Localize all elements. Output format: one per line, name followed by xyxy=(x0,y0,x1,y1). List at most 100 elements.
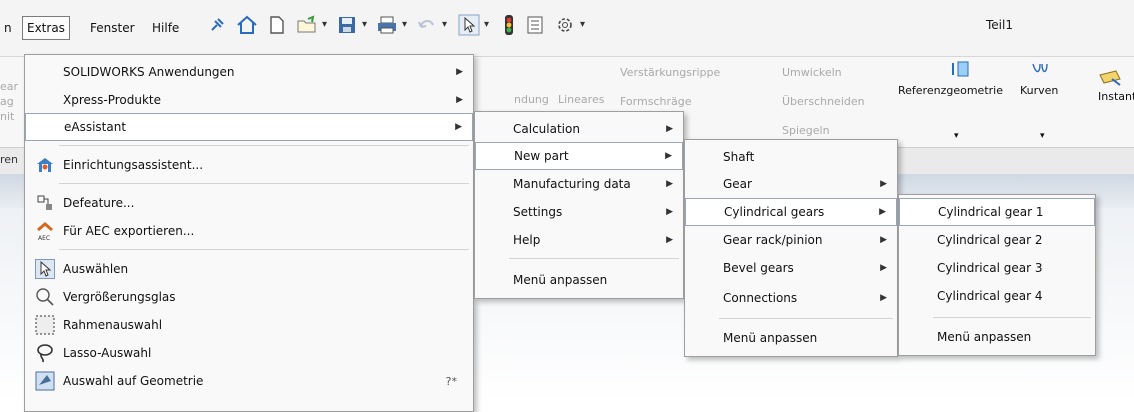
ribbon-cut-label-2: ag xyxy=(0,95,14,108)
curves-icon[interactable] xyxy=(1030,60,1050,81)
submenu-arrow-icon: ▶ xyxy=(665,151,672,161)
submenu-arrow-icon: ▶ xyxy=(666,179,673,189)
extras-menu: SOLIDWORKS Anwendungen ▶ Xpress-Produkte… xyxy=(24,54,474,412)
menu-item-bevel-gears[interactable]: Bevel gears ▶ xyxy=(685,254,897,282)
referenzgeometrie-dropdown-icon[interactable]: ▾ xyxy=(954,131,959,141)
menu-item-aec-export[interactable]: AEC Für AEC exportieren... xyxy=(25,217,473,245)
ribbon-item-umwickeln[interactable]: Umwickeln xyxy=(782,66,842,79)
submenu-arrow-icon: ▶ xyxy=(666,207,673,217)
menu-item-auswahl-auf-geometrie[interactable]: Auswahl auf Geometrie ?* xyxy=(25,367,473,395)
menu-separator xyxy=(719,318,893,319)
eassistant-submenu: Calculation ▶ New part ▶ Manufacturing d… xyxy=(474,111,684,299)
submenu-arrow-icon: ▶ xyxy=(455,122,462,132)
save-dropdown-icon[interactable]: ▾ xyxy=(362,19,367,30)
ribbon-item-lineares[interactable]: Lineares xyxy=(558,93,604,106)
box-select-icon xyxy=(35,315,55,335)
ribbon-group-referenzgeometrie[interactable]: Referenzgeometrie xyxy=(898,84,1003,97)
menu-item-manufacturing-data[interactable]: Manufacturing data ▶ xyxy=(475,170,683,198)
menu-separator xyxy=(59,145,469,146)
submenu-arrow-icon: ▶ xyxy=(879,207,886,217)
ribbon-cut-label-3: nit xyxy=(0,110,15,123)
menu-item-calculation[interactable]: Calculation ▶ xyxy=(475,115,683,143)
reference-geometry-icon[interactable] xyxy=(950,60,972,81)
menu-item-lasso-auswahl[interactable]: Lasso-Auswahl xyxy=(25,339,473,367)
ribbon-item-verstaerkungsrippe[interactable]: Verstärkungsrippe xyxy=(620,66,720,79)
select-dropdown-icon[interactable]: ▾ xyxy=(484,19,489,30)
menu-item-connections[interactable]: Connections ▶ xyxy=(685,284,897,312)
menu-item-auswaehlen[interactable]: Auswählen xyxy=(25,255,473,283)
menu-item-cylindrical-gear-3[interactable]: Cylindrical gear 3 xyxy=(899,254,1095,282)
ribbon-item-formschraege[interactable]: Formschräge xyxy=(620,95,691,108)
submenu-arrow-icon: ▶ xyxy=(880,293,887,303)
tab-cut-label[interactable]: ren xyxy=(0,153,18,166)
wizard-icon xyxy=(35,155,55,175)
ribbon-group-kurven[interactable]: Kurven xyxy=(1020,84,1058,97)
new-part-submenu: Shaft Gear ▶ Cylindrical gears ▶ Gear ra… xyxy=(684,139,898,357)
undo-dropdown-icon[interactable]: ▾ xyxy=(442,19,447,30)
menu-item-cylindrical-gear-4[interactable]: Cylindrical gear 4 xyxy=(899,282,1095,310)
menu-item-cylindrical-gear-2[interactable]: Cylindrical gear 2 xyxy=(899,226,1095,254)
ribbon-cut-label-1: ear xyxy=(0,80,19,93)
print-dropdown-icon[interactable]: ▾ xyxy=(402,19,407,30)
save-icon[interactable] xyxy=(334,12,360,38)
options-dropdown-icon[interactable]: ▾ xyxy=(580,19,585,30)
menu-item-help[interactable]: Help ▶ xyxy=(475,226,683,254)
menubar-item-fenster[interactable]: Fenster xyxy=(90,17,135,39)
title-bar: n Extras Fenster Hilfe ▾ ▾ ▾ ▾ ▾ ▾ Teil1 xyxy=(0,0,1134,57)
menu-item-menue-anpassen[interactable]: Menü anpassen xyxy=(899,323,1095,351)
menu-item-xpress-produkte[interactable]: Xpress-Produkte ▶ xyxy=(25,86,473,114)
open-folder-icon[interactable] xyxy=(294,12,320,38)
menubar-item-extras[interactable]: Extras xyxy=(22,16,70,40)
submenu-arrow-icon: ▶ xyxy=(456,67,463,77)
menu-separator xyxy=(59,183,469,184)
document-title: Teil1 xyxy=(986,18,1013,32)
undo-icon[interactable] xyxy=(414,12,440,38)
menu-separator xyxy=(59,249,469,250)
menu-item-eassistant[interactable]: eAssistant ▶ xyxy=(25,113,473,141)
menu-item-cylindrical-gear-1[interactable]: Cylindrical gear 1 xyxy=(899,198,1095,226)
home-icon[interactable] xyxy=(234,12,260,38)
defeature-icon xyxy=(35,193,55,213)
submenu-arrow-icon: ▶ xyxy=(880,263,887,273)
ribbon-item-spiegeln[interactable]: Spiegeln xyxy=(782,124,830,137)
magnifier-icon xyxy=(35,287,55,307)
help-question-icon[interactable]: ?* xyxy=(446,375,457,388)
file-properties-icon[interactable] xyxy=(522,12,548,38)
menu-separator xyxy=(933,317,1091,318)
submenu-arrow-icon: ▶ xyxy=(666,235,673,245)
menu-item-defeature[interactable]: Defeature... xyxy=(25,189,473,217)
menu-item-new-part[interactable]: New part ▶ xyxy=(475,142,683,170)
open-dropdown-icon[interactable]: ▾ xyxy=(322,19,327,30)
menu-item-menue-anpassen[interactable]: Menü anpassen xyxy=(475,266,683,294)
menu-item-einrichtungsassistent[interactable]: Einrichtungsassistent... xyxy=(25,151,473,179)
menu-item-cylindrical-gears[interactable]: Cylindrical gears ▶ xyxy=(685,198,897,226)
new-document-icon[interactable] xyxy=(264,12,290,38)
ribbon-group-instant3d[interactable]: Instant3I xyxy=(1098,90,1134,103)
menu-item-menue-anpassen[interactable]: Menü anpassen xyxy=(685,324,897,352)
menu-item-gear[interactable]: Gear ▶ xyxy=(685,170,897,198)
svg-text:AEC: AEC xyxy=(38,235,50,241)
select-cursor-icon[interactable] xyxy=(456,12,482,38)
menu-item-solidworks-anwendungen[interactable]: SOLIDWORKS Anwendungen ▶ xyxy=(25,58,473,86)
kurven-dropdown-icon[interactable]: ▾ xyxy=(1040,131,1045,141)
menubar-item-truncated[interactable]: n xyxy=(4,17,12,39)
instant3d-icon[interactable] xyxy=(1098,69,1122,90)
lasso-icon xyxy=(35,343,55,363)
print-icon[interactable] xyxy=(374,12,400,38)
menu-item-rahmenauswahl[interactable]: Rahmenauswahl xyxy=(25,311,473,339)
submenu-arrow-icon: ▶ xyxy=(666,124,673,134)
menu-item-gear-rack-pinion[interactable]: Gear rack/pinion ▶ xyxy=(685,226,897,254)
menu-item-vergroesserungsglas[interactable]: Vergrößerungsglas xyxy=(25,283,473,311)
menu-item-settings[interactable]: Settings ▶ xyxy=(475,198,683,226)
menubar-item-hilfe[interactable]: Hilfe xyxy=(152,17,179,39)
menu-item-shaft[interactable]: Shaft xyxy=(685,143,897,171)
geometry-select-icon xyxy=(35,371,55,391)
submenu-arrow-icon: ▶ xyxy=(456,95,463,105)
traffic-light-icon[interactable] xyxy=(496,12,522,38)
aec-export-icon: AEC xyxy=(35,221,55,241)
submenu-arrow-icon: ▶ xyxy=(880,179,887,189)
gear-icon[interactable] xyxy=(552,12,578,38)
ribbon-item-ndung[interactable]: ndung xyxy=(514,93,549,106)
pin-icon[interactable] xyxy=(204,12,230,38)
ribbon-item-ueberschneiden[interactable]: Überschneiden xyxy=(782,95,865,108)
